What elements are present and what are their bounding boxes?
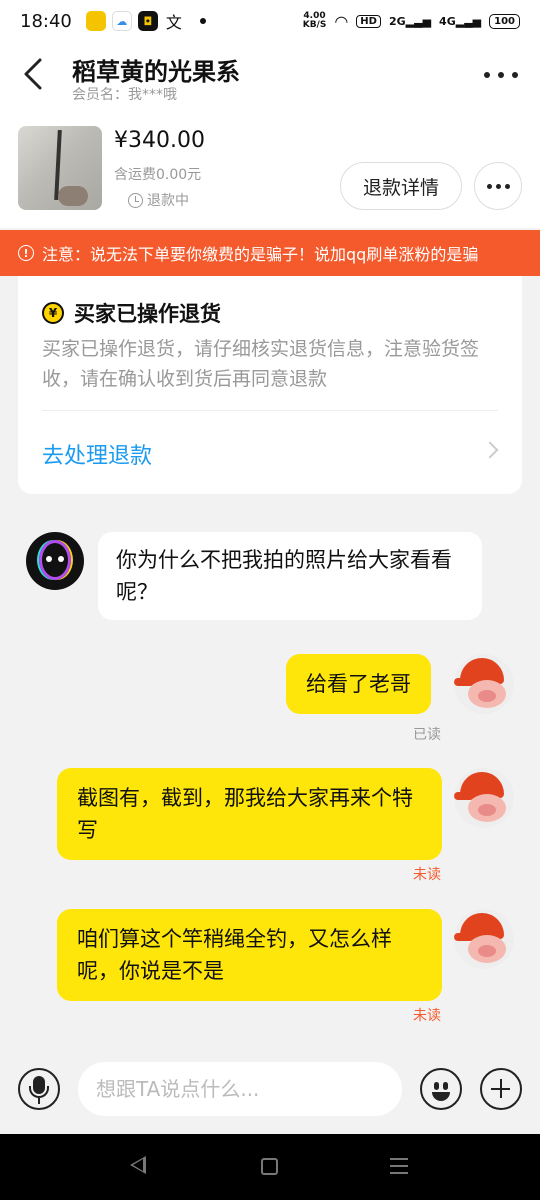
status-indicators: 4.00 KB/S ◠ HD 2G▂▃▅ 4G▂▃▅ 100	[303, 12, 520, 31]
refund-card-description: 买家已操作退货，请仔细核实退货信息，注意验货签收，请在确认收到货后再同意退款	[42, 338, 480, 390]
nav-menu-icon[interactable]	[390, 1158, 408, 1176]
refund-card-header: ¥ 买家已操作退货	[42, 298, 221, 328]
avatar-snout	[478, 690, 496, 702]
message-bubble-outgoing[interactable]: 咱们算这个竿稍绳全钓，又怎么样呢，你说是不是	[57, 909, 442, 1001]
hand-image	[58, 186, 88, 206]
status-time: 18:40	[20, 10, 72, 32]
refund-yen-icon: ¥	[42, 302, 64, 324]
member-name: 会员名：我***哦	[72, 87, 177, 103]
warning-icon: !	[18, 245, 34, 261]
product-price: ¥340.00	[114, 128, 205, 153]
signal-4g-icon: 4G▂▃▅	[439, 14, 482, 28]
avatar-snout	[478, 945, 496, 957]
unread-status: 未读	[413, 1008, 441, 1024]
nav-back-icon[interactable]	[130, 1156, 146, 1174]
shop-name[interactable]: 稻草黄的光果系	[72, 52, 240, 87]
process-refund-link[interactable]: 去处理退款	[42, 438, 152, 470]
system-nav-bar	[0, 1134, 540, 1200]
speed-unit: KB/S	[302, 20, 327, 30]
battery-icon: 100	[489, 13, 520, 29]
message-bubble-incoming[interactable]: 你为什么不把我拍的照片给大家看看呢？	[98, 532, 482, 620]
avatar-snout	[478, 804, 496, 816]
network-speed: 4.00 KB/S	[303, 12, 327, 30]
more-actions-button[interactable]	[474, 162, 522, 210]
wifi-icon: ◠	[334, 11, 349, 31]
clock-icon	[128, 192, 143, 208]
status-bar: 18:40 ☁ ◘ 文 4.00 KB/S ◠ HD 2G▂▃▅ 4G▂▃▅ 1…	[0, 0, 540, 42]
message-bubble-outgoing[interactable]: 截图有，截到，那我给大家再来个特写	[57, 768, 442, 860]
back-arrow-icon[interactable]	[18, 56, 50, 92]
net1-label: 2G	[388, 14, 406, 28]
refund-detail-button[interactable]: 退款详情	[340, 162, 462, 210]
message-input[interactable]	[78, 1062, 402, 1116]
shipping-fee: 含运费0.00元	[114, 167, 202, 183]
unread-status: 未读	[413, 867, 441, 883]
refund-card-title: 买家已操作退货	[74, 302, 221, 326]
refund-status: 退款中	[128, 190, 189, 210]
net2-label: 4G	[439, 14, 456, 28]
notes-app-icon	[85, 11, 106, 31]
chevron-right-icon[interactable]	[481, 441, 499, 459]
message-composer	[0, 1046, 540, 1134]
microphone-icon[interactable]	[18, 1068, 60, 1110]
chat-header: 稻草黄的光果系 会员名：我***哦	[0, 42, 540, 112]
avatar-eye	[46, 556, 52, 562]
translate-app-icon: 文	[163, 11, 184, 32]
product-thumbnail[interactable]	[18, 126, 102, 210]
avatar-eye	[58, 556, 64, 562]
message-bubble-outgoing[interactable]: 给看了老哥	[286, 654, 431, 714]
avatar-face	[39, 540, 71, 580]
divider	[42, 410, 498, 411]
signal-2g-icon: 2G▂▃▅	[388, 14, 432, 28]
more-options-icon[interactable]	[484, 62, 518, 88]
fraud-notice-banner: ! 注意：说无法下单要你缴费的是骗子！说加qq刷单涨粉的是骗	[0, 230, 540, 276]
notification-dot-icon	[199, 18, 206, 24]
seller-avatar[interactable]	[454, 909, 514, 969]
emoji-icon[interactable]	[420, 1068, 462, 1110]
fish-app-icon: ◘	[137, 11, 158, 31]
read-status: 已读	[413, 727, 441, 743]
cloud-app-icon: ☁	[111, 11, 132, 31]
seller-avatar[interactable]	[454, 768, 514, 828]
nav-home-icon[interactable]	[261, 1158, 278, 1175]
refund-status-text: 退款中	[147, 193, 189, 209]
seller-avatar[interactable]	[454, 654, 514, 714]
add-attachment-icon[interactable]	[480, 1068, 522, 1110]
notice-text: 注意：说无法下单要你缴费的是骗子！说加qq刷单涨粉的是骗	[42, 245, 479, 264]
order-summary: ¥340.00 含运费0.00元 退款中 退款详情	[0, 112, 540, 228]
hd-badge: HD	[356, 14, 381, 28]
buyer-avatar[interactable]	[26, 532, 84, 590]
refund-card: ¥ 买家已操作退货 买家已操作退货，请仔细核实退货信息，注意验货签收，请在确认收…	[18, 276, 522, 494]
